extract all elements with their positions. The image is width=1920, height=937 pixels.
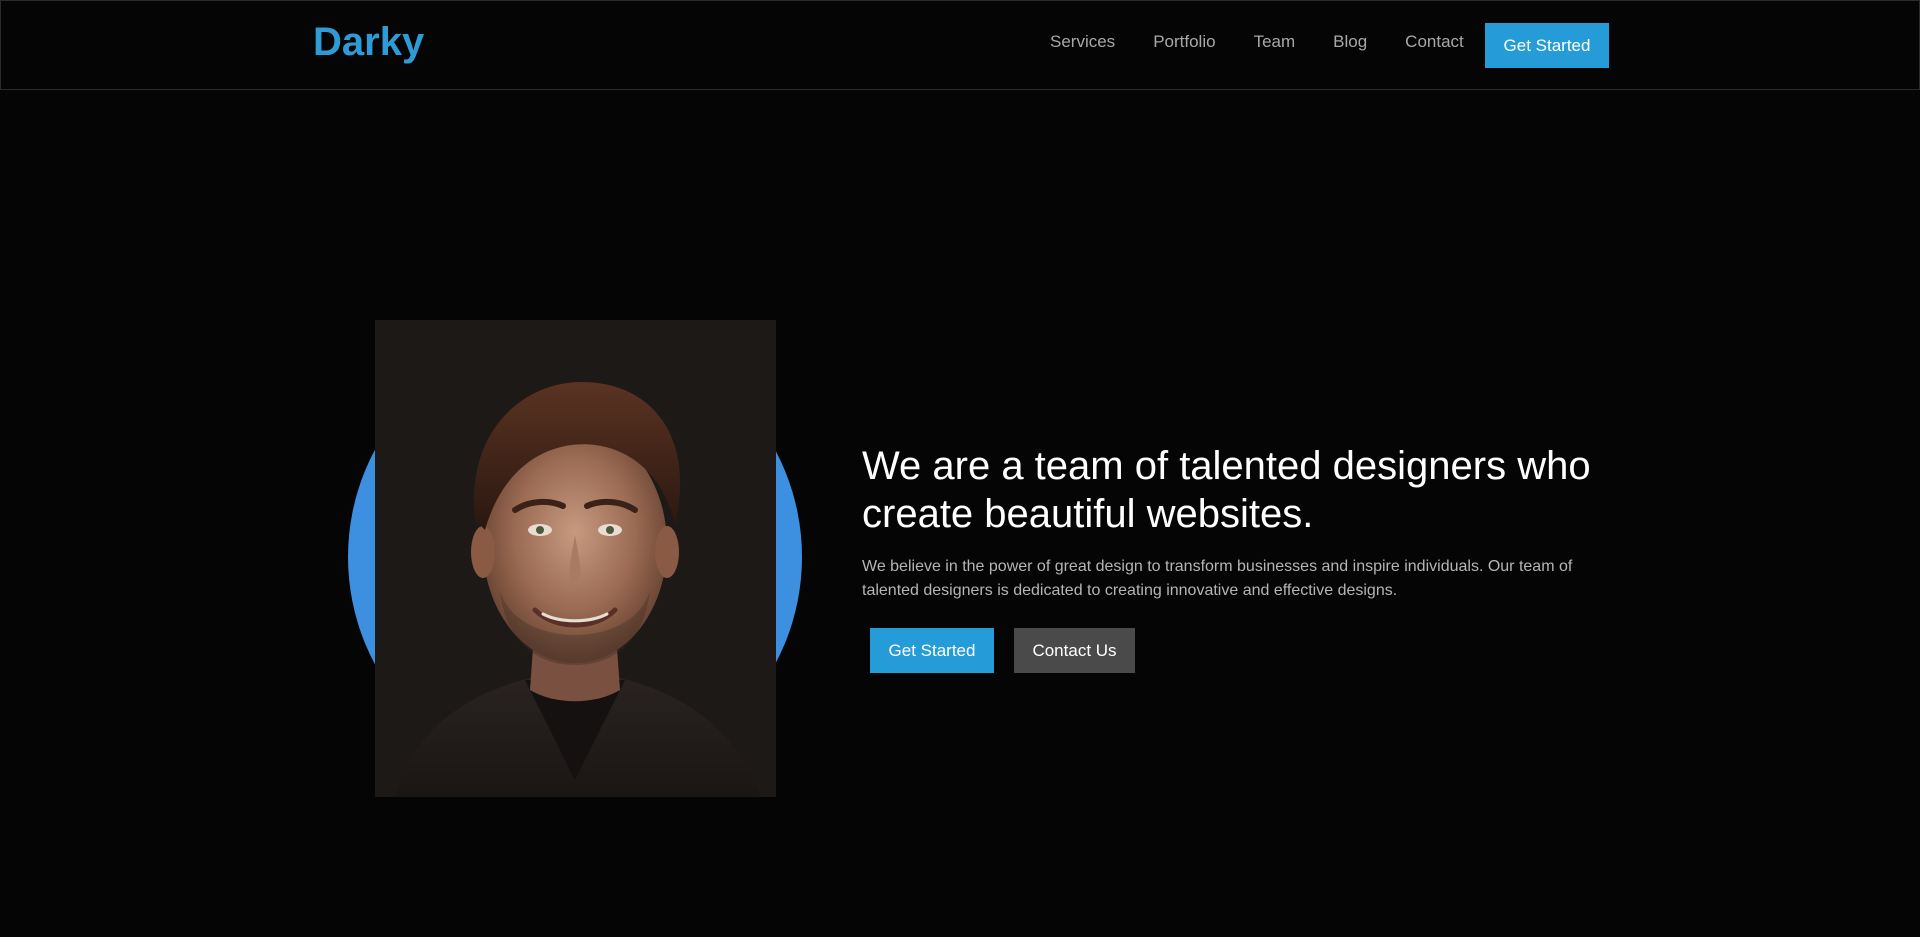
nav-link-services[interactable]: Services (1050, 32, 1115, 52)
header-get-started-button[interactable]: Get Started (1485, 23, 1609, 68)
hero-contact-us-button[interactable]: Contact Us (1014, 628, 1135, 673)
portrait-illustration (375, 320, 776, 797)
main-nav: Services Portfolio Team Blog Contact (1050, 32, 1502, 52)
top-navbar: Darky Services Portfolio Team Blog Conta… (0, 0, 1920, 90)
hero-portrait-image (375, 320, 776, 797)
site-logo[interactable]: Darky (313, 19, 424, 65)
nav-link-blog[interactable]: Blog (1333, 32, 1367, 52)
hero-get-started-button[interactable]: Get Started (870, 628, 994, 673)
hero-description: We believe in the power of great design … (862, 558, 1573, 599)
nav-link-contact[interactable]: Contact (1405, 32, 1464, 52)
nav-link-portfolio[interactable]: Portfolio (1153, 32, 1215, 52)
hero-title: We are a team of talented designers who … (862, 444, 1591, 536)
nav-link-team[interactable]: Team (1254, 32, 1296, 52)
